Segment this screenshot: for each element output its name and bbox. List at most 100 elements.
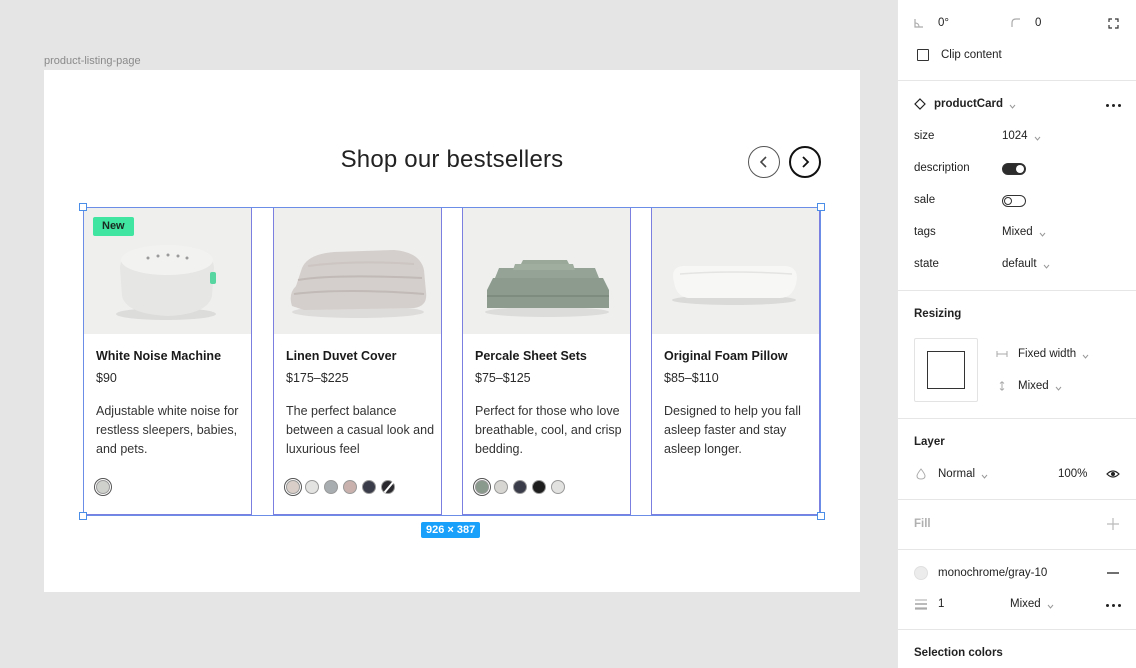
product-price: $75–$125 xyxy=(475,371,531,385)
product-name: White Noise Machine xyxy=(96,349,222,363)
color-swatches xyxy=(473,478,565,496)
color-swatch[interactable] xyxy=(551,480,565,494)
fill-title: Fill xyxy=(914,518,931,530)
product-card[interactable]: Linen Duvet Cover $175–$225 The perfect … xyxy=(273,207,442,515)
spacing-guide xyxy=(253,207,272,516)
description-toggle[interactable] xyxy=(1002,163,1026,175)
rotation-field[interactable]: 0° xyxy=(914,17,949,29)
resizing-section: Resizing Fixed width Mixed xyxy=(898,291,1136,419)
toggle-switch-off[interactable] xyxy=(1002,195,1026,207)
stroke-section: monochrome/gray-10 1 Mixed xyxy=(898,550,1136,630)
height-resizing-dropdown[interactable]: Mixed xyxy=(996,380,1062,392)
component-selector[interactable]: productCard xyxy=(914,98,1016,110)
stroke-weight-field[interactable]: 1 xyxy=(915,598,944,610)
corner-radius-icon xyxy=(1011,18,1020,27)
remove-stroke-icon[interactable] xyxy=(1107,572,1119,574)
design-canvas[interactable]: product-listing-page Shop our bestseller… xyxy=(0,0,897,668)
resize-handle-top-left[interactable] xyxy=(79,203,87,211)
size-dropdown[interactable]: 1024 xyxy=(1002,130,1041,142)
rotation-value[interactable]: 0° xyxy=(938,17,949,29)
prop-label-sale: sale xyxy=(914,194,936,206)
drop-icon xyxy=(916,468,926,480)
product-description: The perfect balance between a casual loo… xyxy=(286,404,435,456)
component-instance-icon xyxy=(914,98,926,110)
size-value: 1024 xyxy=(1002,130,1028,142)
state-dropdown[interactable]: default xyxy=(1002,258,1050,270)
page-headline: Shop our bestsellers xyxy=(340,146,564,173)
toggle-switch-on[interactable] xyxy=(1002,163,1026,175)
product-image xyxy=(274,208,441,334)
product-price: $85–$110 xyxy=(664,371,719,385)
independent-corners-icon[interactable] xyxy=(1108,18,1119,29)
opacity-value[interactable]: 100% xyxy=(1058,468,1087,480)
product-image xyxy=(463,208,630,334)
next-button[interactable] xyxy=(789,146,821,178)
prop-label-state: state xyxy=(914,258,939,270)
product-description: Perfect for those who love breathable, c… xyxy=(475,404,622,456)
product-price: $90 xyxy=(96,371,117,385)
color-swatch[interactable] xyxy=(94,478,112,496)
resizing-title: Resizing xyxy=(914,308,962,320)
color-swatch[interactable] xyxy=(494,480,508,494)
spacing-guide xyxy=(632,207,651,516)
stroke-settings-icon[interactable] xyxy=(1106,604,1121,607)
stroke-weight-icon xyxy=(915,599,927,610)
resize-handle-bottom-right[interactable] xyxy=(817,512,825,520)
product-price: $175–$225 xyxy=(286,371,349,385)
height-mode-value: Mixed xyxy=(1018,380,1049,392)
stroke-position-dropdown[interactable]: Mixed xyxy=(1010,598,1054,610)
horizontal-resize-icon xyxy=(996,351,1008,357)
chevron-right-icon xyxy=(802,156,810,168)
color-swatch[interactable] xyxy=(343,480,357,494)
corner-radius-value[interactable]: 0 xyxy=(1035,17,1041,29)
spacing-guide xyxy=(443,207,462,516)
color-swatch[interactable] xyxy=(513,480,527,494)
product-description: Adjustable white noise for restless slee… xyxy=(96,404,239,456)
frame-label[interactable]: product-listing-page xyxy=(44,55,141,67)
eye-icon[interactable] xyxy=(1106,469,1120,479)
fill-section: Fill xyxy=(898,500,1136,550)
color-swatch[interactable] xyxy=(324,480,338,494)
chevron-down-icon xyxy=(1009,101,1016,109)
prop-label-size: size xyxy=(914,130,935,142)
product-card[interactable]: New White Noise Machine $90 Adjustable w… xyxy=(83,207,252,515)
color-swatch[interactable] xyxy=(473,478,491,496)
previous-button[interactable] xyxy=(748,146,780,178)
clip-content-label: Clip content xyxy=(941,49,1002,61)
chevron-down-icon xyxy=(1043,261,1050,269)
rotation-icon xyxy=(914,19,923,28)
color-swatch[interactable] xyxy=(362,480,376,494)
constraints-widget[interactable] xyxy=(914,338,978,402)
add-fill-icon[interactable] xyxy=(1107,518,1119,530)
prop-label-description: description xyxy=(914,162,970,174)
width-resizing-dropdown[interactable]: Fixed width xyxy=(996,348,1089,360)
corner-radius-field[interactable]: 0 xyxy=(1011,17,1041,29)
new-badge: New xyxy=(93,217,134,236)
color-swatch[interactable] xyxy=(381,480,395,494)
chevron-down-icon xyxy=(1047,601,1054,609)
blend-mode-dropdown[interactable]: Normal xyxy=(916,468,988,480)
stroke-style[interactable]: monochrome/gray-10 xyxy=(914,566,1047,580)
product-image xyxy=(652,208,819,334)
chevron-left-icon xyxy=(759,156,767,168)
color-swatch[interactable] xyxy=(284,478,302,496)
more-options-icon[interactable] xyxy=(1106,104,1121,107)
resize-handle-bottom-left[interactable] xyxy=(79,512,87,520)
constraints-box xyxy=(927,351,965,389)
resize-handle-top-right[interactable] xyxy=(817,203,825,211)
component-section: productCard size 1024 description sale t… xyxy=(898,81,1136,291)
color-swatch[interactable] xyxy=(305,480,319,494)
product-name: Linen Duvet Cover xyxy=(286,349,397,363)
stroke-position-value: Mixed xyxy=(1010,598,1041,610)
color-swatch[interactable] xyxy=(532,480,546,494)
stroke-weight-value[interactable]: 1 xyxy=(938,598,944,610)
vertical-resize-icon xyxy=(999,381,1005,391)
clip-content-checkbox[interactable] xyxy=(917,49,929,61)
color-swatches xyxy=(284,478,395,496)
product-card[interactable]: Original Foam Pillow $85–$110 Designed t… xyxy=(651,207,820,515)
product-card[interactable]: Percale Sheet Sets $75–$125 Perfect for … xyxy=(462,207,631,515)
clip-content-toggle[interactable]: Clip content xyxy=(917,49,1002,61)
sale-toggle[interactable] xyxy=(1002,195,1026,207)
color-swatches xyxy=(94,478,112,496)
tags-dropdown[interactable]: Mixed xyxy=(1002,226,1046,238)
